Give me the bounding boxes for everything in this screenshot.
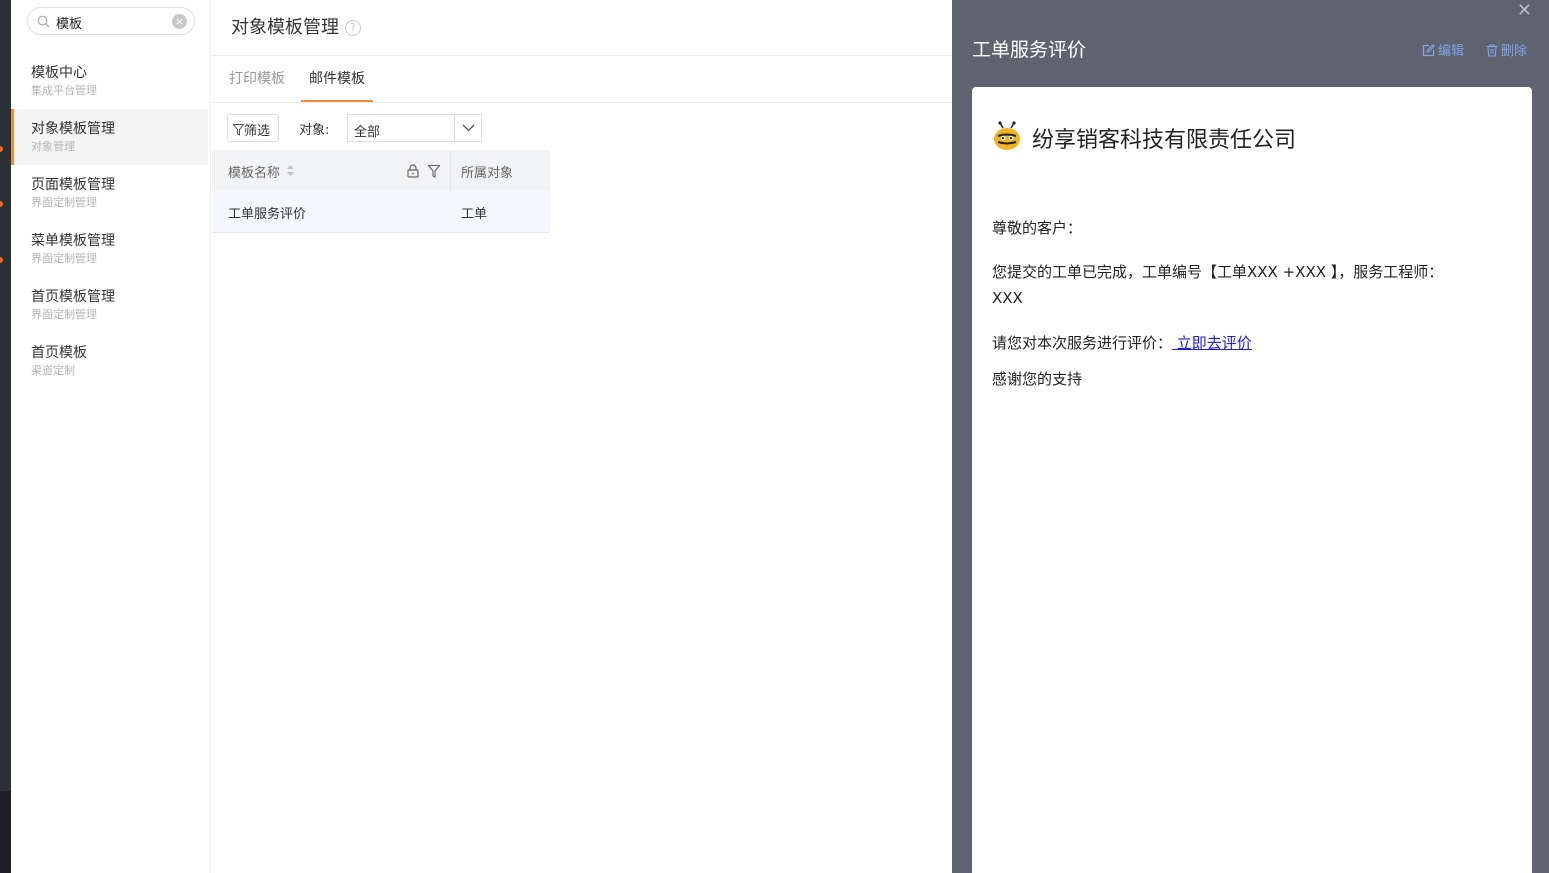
chevron-down-icon[interactable] (454, 115, 481, 141)
sidebar-item-title: 首页模板 (31, 345, 87, 361)
object-filter-label: 对象: (299, 123, 330, 138)
panel-title: 工单服务评价 (972, 39, 1087, 61)
divider (212, 102, 952, 103)
main-content: 对象模板管理? 打印模板 邮件模板 筛选 对象: 全部 模板名称 所属对象 工单… (212, 0, 952, 873)
sort-icon[interactable] (286, 164, 295, 177)
column-header-template-name[interactable]: 模板名称 (228, 162, 280, 181)
lock-icon[interactable] (407, 164, 419, 178)
email-line-2: 请您对本次服务进行评价： 立即去评价 (992, 330, 1252, 356)
email-greeting: 尊敬的客户： (992, 219, 1083, 237)
rail-badge-dot (0, 146, 3, 152)
rail-footer (0, 791, 11, 873)
rail-badge-dot (0, 257, 3, 263)
sidebar-item-title: 对象模板管理 (31, 121, 115, 137)
sidebar-item-title: 菜单模板管理 (31, 233, 115, 249)
delete-button[interactable]: 删除 (1486, 40, 1527, 59)
object-select[interactable]: 全部 (347, 114, 482, 142)
sidebar-item-page-templates[interactable]: 页面模板管理 界面定制管理 (11, 165, 208, 221)
page-title-text: 对象模板管理 (231, 17, 339, 38)
template-detail-panel: ✕ 工单服务评价 编辑 删除 纷享销客科技有限责任公司 尊敬的客户： 您提交的工… (952, 0, 1549, 873)
sidebar-item-menu-templates[interactable]: 菜单模板管理 界面定制管理 (11, 221, 208, 277)
column-header-owner-object[interactable]: 所属对象 (461, 162, 513, 181)
email-line-1: 您提交的工单已完成，工单编号【工单XXX +XXX 】，服务工程师： (992, 263, 1444, 281)
filter-label: 筛选 (244, 124, 271, 139)
trash-icon (1486, 44, 1498, 57)
table-row[interactable]: 工单服务评价 工单 (212, 190, 550, 233)
sidebar-item-subtitle: 界面定制管理 (31, 308, 97, 321)
evaluate-now-link[interactable]: 立即去评价 (1172, 334, 1252, 352)
sidebar-item-object-templates[interactable]: 对象模板管理 对象管理 (11, 109, 208, 165)
filter-button[interactable]: 筛选 (227, 114, 279, 142)
column-filter-icon[interactable] (428, 165, 440, 178)
sidebar-item-subtitle: 界面定制管理 (31, 196, 97, 209)
page-title: 对象模板管理? (231, 13, 361, 39)
sidebar-item-title: 首页模板管理 (31, 289, 115, 305)
edit-icon (1422, 44, 1435, 57)
clear-icon[interactable]: × (172, 14, 187, 29)
edit-button[interactable]: 编辑 (1422, 40, 1464, 59)
object-select-value: 全部 (354, 125, 381, 140)
app-rail (0, 0, 11, 873)
close-icon[interactable]: ✕ (1517, 0, 1532, 21)
sidebar-item-subtitle: 界面定制管理 (31, 252, 97, 265)
sidebar-item-subtitle: 集成平台管理 (31, 84, 97, 97)
email-line-3: 感谢您的支持 (992, 370, 1083, 388)
sidebar: 模板 × 模板中心 集成平台管理 对象模板管理 对象管理 页面模板管理 界面定制… (11, 0, 211, 873)
delete-label: 删除 (1501, 44, 1528, 59)
cell-owner-object: 工单 (461, 207, 488, 222)
sidebar-item-template-center[interactable]: 模板中心 集成平台管理 (11, 53, 208, 109)
search-value[interactable]: 模板 (56, 13, 82, 32)
tab-email-templates[interactable]: 邮件模板 (309, 68, 365, 88)
sidebar-item-title: 页面模板管理 (31, 177, 115, 193)
column-separator (450, 150, 451, 190)
rail-badge-dot (0, 201, 3, 207)
templates-table: 模板名称 所属对象 工单服务评价 工单 (212, 150, 550, 233)
company-name: 纷享销客科技有限责任公司 (1032, 128, 1297, 153)
search-icon (37, 15, 50, 28)
email-line-1-cont: XXX (992, 289, 1023, 307)
divider (212, 55, 952, 56)
sidebar-item-home-template[interactable]: 首页模板 渠道定制 (11, 333, 208, 389)
sidebar-item-home-template-mgmt[interactable]: 首页模板管理 界面定制管理 (11, 277, 208, 333)
edit-label: 编辑 (1438, 44, 1465, 59)
bee-logo-icon (994, 121, 1020, 150)
tab-print-templates[interactable]: 打印模板 (229, 68, 285, 88)
sidebar-item-title: 模板中心 (31, 65, 87, 81)
sidebar-item-subtitle: 对象管理 (31, 140, 75, 153)
filter-icon (232, 124, 245, 136)
email-line-2-text: 请您对本次服务进行评价： (992, 334, 1173, 352)
cell-template-name: 工单服务评价 (228, 207, 307, 222)
sidebar-item-subtitle: 渠道定制 (31, 364, 75, 377)
email-preview-card: 纷享销客科技有限责任公司 尊敬的客户： 您提交的工单已完成，工单编号【工单XXX… (972, 87, 1532, 873)
search-input[interactable]: 模板 × (27, 7, 195, 35)
help-icon[interactable]: ? (345, 20, 361, 36)
table-header: 模板名称 所属对象 (212, 150, 550, 190)
